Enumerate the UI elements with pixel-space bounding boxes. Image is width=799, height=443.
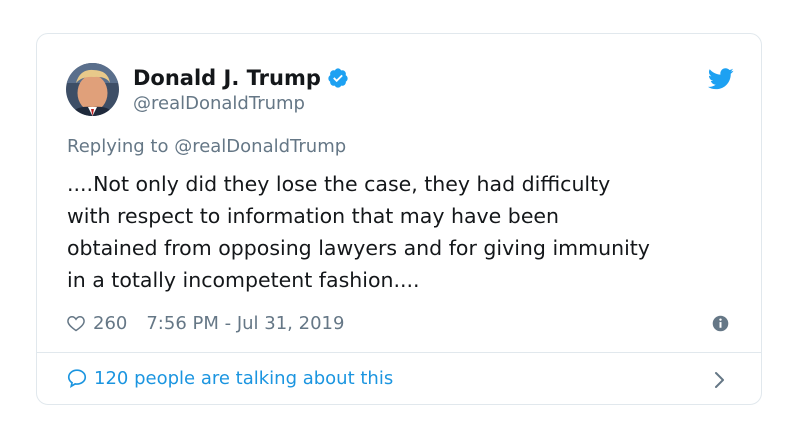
verified-badge-icon xyxy=(327,67,349,89)
tweet-text-line: obtained from opposing lawyers and for g… xyxy=(67,236,650,260)
twitter-bird-icon[interactable] xyxy=(707,68,734,90)
speech-bubble-icon xyxy=(67,369,87,388)
tweet-meta: 260 7:56 PM - Jul 31, 2019 xyxy=(66,310,344,336)
tweet-text-line: with respect to information that may hav… xyxy=(67,204,560,228)
heart-icon[interactable] xyxy=(66,313,86,333)
info-icon[interactable] xyxy=(712,315,729,332)
tweet-text-line: ....Not only did they lose the case, the… xyxy=(67,172,611,196)
divider xyxy=(37,352,761,353)
author-name[interactable]: Donald J. Trump xyxy=(133,64,349,92)
timestamp[interactable]: 7:56 PM - Jul 31, 2019 xyxy=(146,313,344,334)
tweet-text: ....Not only did they lose the case, the… xyxy=(67,168,747,296)
tweet-text-line: in a totally incompetent fashion.... xyxy=(67,268,420,292)
author-handle[interactable]: @realDonaldTrump xyxy=(133,92,305,116)
replying-to[interactable]: Replying to @realDonaldTrump xyxy=(67,135,346,159)
like-count[interactable]: 260 xyxy=(93,313,127,334)
conversation-label: 120 people are talking about this xyxy=(94,367,394,389)
author-name-text: Donald J. Trump xyxy=(133,66,321,90)
tweet-card[interactable]: Donald J. Trump @realDonaldTrump Replyin… xyxy=(36,33,762,405)
chevron-right-icon[interactable] xyxy=(713,371,727,389)
conversation-link[interactable]: 120 people are talking about this xyxy=(66,367,393,389)
avatar[interactable] xyxy=(66,63,119,116)
